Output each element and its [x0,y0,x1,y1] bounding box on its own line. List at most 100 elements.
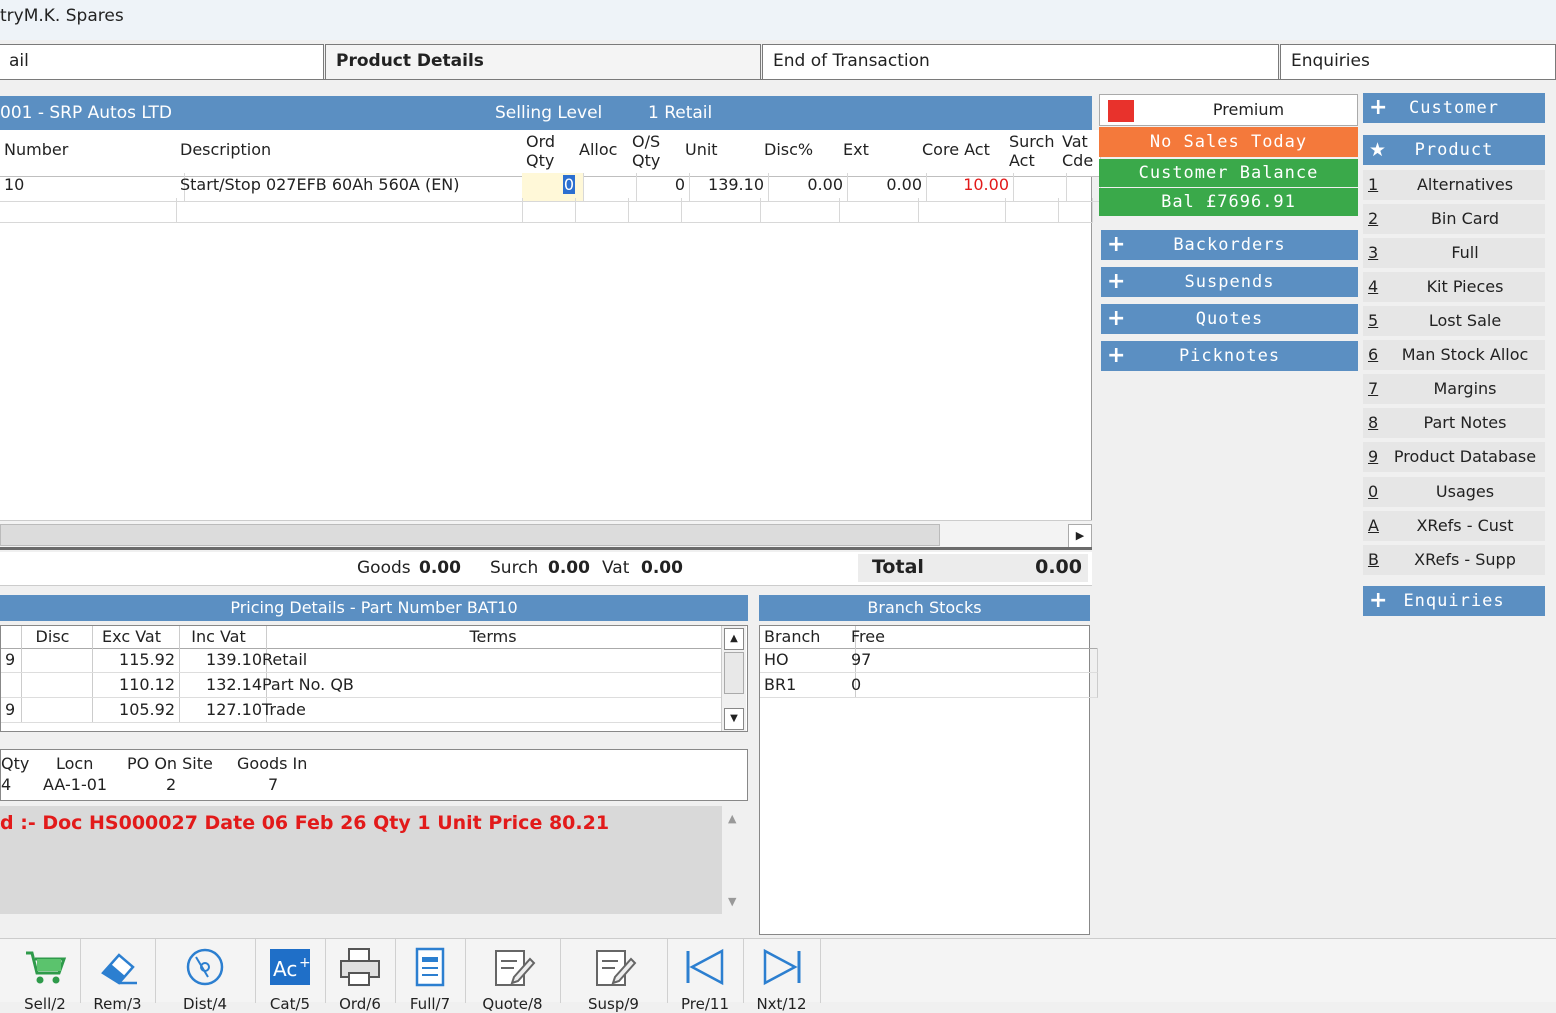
suspend-label: Susp/9 [588,995,639,1013]
col-number[interactable]: Number [0,130,185,177]
branch-cell[interactable]: HO [760,648,856,673]
nav-lost-sale[interactable]: 5 Lost Sale [1363,306,1545,336]
branch-stocks-grid[interactable]: Branch Free HO 97 BR1 0 [759,625,1098,935]
locn-label: Locn [56,754,94,773]
nav-margins[interactable]: 7 Margins [1363,374,1545,404]
nav-bin-card[interactable]: 2 Bin Card [1363,204,1545,234]
tab-detail[interactable]: ail [0,44,324,80]
tab-enquiries[interactable]: Enquiries [1280,44,1556,80]
empty-row-cell[interactable] [918,198,1006,223]
nav-kit-pieces[interactable]: 4 Kit Pieces [1363,272,1545,302]
scroll-up-arrow-icon[interactable]: ▲ [728,812,736,825]
nav-man-stock-alloc[interactable]: 6 Man Stock Alloc [1363,340,1545,370]
empty-row-cell[interactable] [522,198,576,223]
product-nav-button[interactable]: ★ Product [1363,135,1545,165]
quote-button[interactable]: Quote/8 [465,939,561,1013]
pricing-cell[interactable] [13,673,93,698]
branch-cell[interactable]: BR1 [760,673,856,698]
branch-col-free[interactable]: Free [847,626,1097,649]
vat-label: Vat [602,558,630,578]
branch-cell[interactable]: 0 [847,673,1098,698]
customer-balance-label: Customer Balance [1099,159,1358,187]
nav-full[interactable]: 3 Full [1363,238,1545,268]
nav-alternatives[interactable]: 1 Alternatives [1363,170,1545,200]
pricing-col-exc-vat[interactable]: Exc Vat [84,626,180,649]
nav-xrefs-cust[interactable]: A XRefs - Cust [1363,511,1545,541]
pricing-cell[interactable]: Part No. QB [258,673,729,698]
branch-col-branch[interactable]: Branch [760,626,856,649]
empty-row-cell[interactable] [176,198,523,223]
previous-button[interactable]: Pre/11 [667,939,744,1013]
order-label: Ord/6 [339,995,381,1013]
sell-label: Sell/2 [24,995,66,1013]
col-ext[interactable]: Ext [839,130,927,177]
full-button[interactable]: Full/7 [395,939,466,1013]
next-button[interactable]: Nxt/12 [743,939,821,1013]
pricing-cell[interactable]: 139.10 [171,648,267,673]
empty-row-cell[interactable] [839,198,919,223]
sell-button[interactable]: Sell/2 [10,939,81,1013]
suspends-button[interactable]: + Suspends [1101,267,1358,297]
cat-button[interactable]: Ac + Cat/5 [255,939,326,1013]
nav-part-notes[interactable]: 8 Part Notes [1363,408,1545,438]
pricing-col-disc[interactable]: Disc [13,626,93,649]
tab-product-details[interactable]: Product Details [325,44,761,80]
col-description[interactable]: Description [176,130,531,177]
pricing-cell[interactable]: 110.12 [84,673,180,698]
pricing-col-inc-vat[interactable]: Inc Vat [171,626,267,649]
empty-row-cell[interactable] [1058,198,1093,223]
col-disc[interactable]: Disc% [760,130,848,177]
order-button[interactable]: Ord/6 [325,939,396,1013]
customer-nav-button[interactable]: + Customer [1363,93,1545,123]
pricing-cell[interactable]: Trade [258,698,729,723]
scroll-down-arrow-icon[interactable]: ▼ [724,708,744,730]
branch-stocks-header: Branch Stocks [759,595,1090,621]
remove-button[interactable]: Rem/3 [80,939,156,1013]
empty-row-cell[interactable] [575,198,629,223]
full-label: Full/7 [409,995,451,1013]
pricing-cell[interactable]: Retail [258,648,729,673]
total-value: 0.00 [1035,556,1082,578]
backorders-button[interactable]: + Backorders [1101,230,1358,260]
nav-usages[interactable]: 0 Usages [1363,477,1545,507]
pricing-grid[interactable]: Disc Exc Vat Inc Vat Terms 9 115.92 139.… [0,625,748,732]
scrollbar-thumb[interactable] [0,524,940,546]
empty-row-cell[interactable] [681,198,761,223]
pricing-col-terms[interactable]: Terms [258,626,729,649]
empty-row-cell[interactable] [628,198,682,223]
pricing-cell[interactable]: 115.92 [84,648,180,673]
grid-divider [0,547,1092,550]
suspend-button[interactable]: Susp/9 [560,939,668,1013]
vat-value: 0.00 [641,558,683,578]
empty-row-cell[interactable] [0,198,177,223]
col-unit[interactable]: Unit [681,130,769,177]
pricing-cell[interactable] [13,698,93,723]
col-vat-cde[interactable]: Vat Cde [1058,130,1101,177]
pricing-cell[interactable] [13,648,93,673]
pricing-vertical-scrollbar[interactable]: ▲ ▼ [721,626,746,731]
nav-product-database[interactable]: 9 Product Database [1363,442,1545,472]
tab-end-of-transaction[interactable]: End of Transaction [762,44,1279,80]
pricing-cell[interactable]: 105.92 [84,698,180,723]
pricing-cell[interactable]: 127.10 [171,698,267,723]
pricing-cell[interactable]: 132.14 [171,673,267,698]
empty-row-cell[interactable] [760,198,840,223]
grid-horizontal-scrollbar[interactable]: ▶ [0,520,1092,548]
note-vertical-scrollbar[interactable]: ▲ ▼ [722,806,748,914]
picknotes-button[interactable]: + Picknotes [1101,341,1358,371]
scrollbar-thumb[interactable] [724,652,744,694]
enquiries-nav-button[interactable]: + Enquiries [1363,586,1545,616]
empty-row-cell[interactable] [1005,198,1059,223]
scroll-up-arrow-icon[interactable]: ▲ [724,628,744,650]
branch-cell[interactable]: 97 [847,648,1098,673]
scroll-right-arrow-icon[interactable]: ▶ [1068,524,1092,548]
nav-xrefs-supp[interactable]: B XRefs - Supp [1363,545,1545,575]
previous-label: Pre/11 [681,995,729,1013]
ord-qty-input[interactable]: 0 [562,175,575,194]
quotes-button[interactable]: + Quotes [1101,304,1358,334]
dist-button[interactable]: Dist/4 [155,939,256,1013]
col-core-act[interactable]: Core Act [918,130,1014,177]
scroll-down-arrow-icon[interactable]: ▼ [728,895,736,908]
bottom-toolbar: Sell/2 Rem/3 Dist/4 Ac + Cat/5 Ord/6 Full… [0,938,1556,1013]
order-lines-grid[interactable]: Number Description Ord Qty Alloc O/S Qty… [0,130,1101,520]
